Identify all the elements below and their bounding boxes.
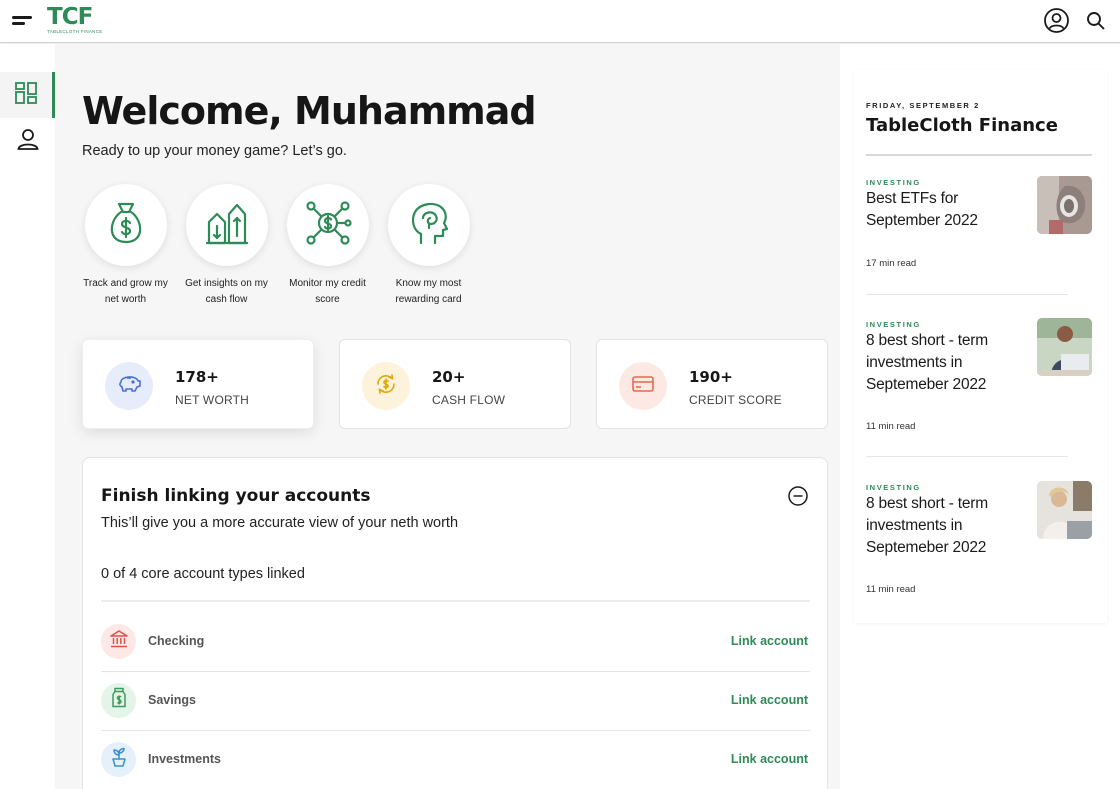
account-icon[interactable]: [1043, 7, 1070, 39]
article-title: 8 best short - term investments in Septe…: [866, 332, 988, 393]
user-icon: [16, 127, 40, 156]
sidebar-item-profile[interactable]: [0, 118, 55, 164]
dashboard-icon: [14, 81, 38, 110]
link-accounts-title: Finish linking your accounts: [101, 486, 371, 506]
feature-icon-circle: [387, 184, 470, 266]
credit-card-icon: [631, 374, 655, 399]
feature-label: Get insights on my cash flow: [185, 278, 268, 305]
stat-value: 190+: [689, 368, 733, 386]
welcome-subtitle: Ready to up your money game? Let’s go.: [82, 143, 347, 159]
feature-icon-circle: [185, 184, 268, 266]
divider: [101, 600, 810, 602]
article-category: INVESTING: [866, 178, 921, 187]
account-row-investments: Investments Link account: [101, 731, 810, 789]
link-account-button[interactable]: Link account: [731, 752, 808, 766]
account-name: Savings: [148, 693, 196, 707]
feature-label: Track and grow my net worth: [83, 278, 168, 305]
link-progress-text: 0 of 4 core account types linked: [101, 566, 305, 582]
link-accounts-subtitle: This’ll give you a more accurate view of…: [101, 515, 459, 531]
stat-card-cash-flow[interactable]: 20+ CASH FLOW: [339, 339, 571, 429]
article-read-time: 17 min read: [866, 258, 917, 269]
article-thumbnail: [1037, 176, 1092, 234]
feature-label: Monitor my credit score: [289, 278, 366, 305]
sidebar-item-dashboard[interactable]: [0, 72, 55, 118]
article-card[interactable]: INVESTING Best ETFs for September 2022 1…: [866, 176, 1092, 295]
article-read-time: 11 min read: [866, 421, 916, 432]
stat-label: CASH FLOW: [432, 393, 506, 407]
top-bar: TCF TABLECLOTH FINANCE: [0, 0, 1120, 43]
article-read-time: 11 min read: [866, 584, 916, 595]
plant-growth-icon: [109, 747, 129, 772]
buildings-growth-icon: [205, 200, 249, 251]
top-icons: [1043, 7, 1106, 39]
feature-label: Know my most rewarding card: [395, 278, 462, 305]
stat-card-net-worth[interactable]: 178+ NET WORTH: [82, 339, 314, 429]
menu-icon[interactable]: [12, 14, 34, 28]
account-icon-circle: [101, 624, 136, 659]
feature-credit-score[interactable]: Monitor my credit score: [277, 184, 378, 308]
article-card[interactable]: INVESTING 8 best short - term investment…: [866, 481, 1092, 603]
money-jar-icon: [110, 687, 128, 714]
sidebar: [0, 44, 55, 789]
feature-icon-circle: [84, 184, 167, 266]
stat-card-credit-score[interactable]: 190+ CREDIT SCORE: [596, 339, 828, 429]
bank-icon: [109, 629, 129, 654]
stat-icon-circle: [105, 362, 153, 410]
article-category: INVESTING: [866, 320, 921, 329]
article-title: 8 best short - term investments in Septe…: [866, 495, 988, 556]
feature-icon-circle: [286, 184, 369, 266]
article-thumbnail: [1037, 481, 1092, 539]
account-row-checking: Checking Link account: [101, 613, 810, 672]
divider: [866, 154, 1092, 156]
welcome-heading: Welcome, Muhammad: [82, 89, 537, 133]
logo-mark: TCF: [47, 4, 93, 30]
account-name: Investments: [148, 752, 221, 766]
divider: [866, 456, 1068, 457]
minus-circle-icon: [787, 486, 809, 511]
stat-label: CREDIT SCORE: [689, 393, 782, 407]
collapse-button[interactable]: [787, 485, 809, 507]
article-category: INVESTING: [866, 483, 921, 492]
search-icon[interactable]: [1086, 11, 1106, 36]
head-brain-icon: [409, 200, 449, 251]
account-icon-circle: [101, 742, 136, 777]
feature-list: Track and grow my net worth Get insights…: [75, 184, 479, 308]
divider: [866, 294, 1068, 295]
account-row-savings: Savings Link account: [101, 672, 810, 731]
logo-subtext: TABLECLOTH FINANCE: [47, 29, 103, 34]
link-accounts-card: Finish linking your accounts This’ll giv…: [82, 457, 828, 789]
piggy-bank-icon: [116, 373, 142, 400]
logo[interactable]: TCF TABLECLOTH FINANCE: [47, 4, 103, 34]
account-icon-circle: [101, 683, 136, 718]
stat-label: NET WORTH: [175, 393, 250, 407]
news-title: TableCloth Finance: [866, 115, 1058, 136]
link-account-button[interactable]: Link account: [731, 693, 808, 707]
stat-icon-circle: [362, 362, 410, 410]
link-account-button[interactable]: Link account: [731, 634, 808, 648]
stat-value: 20+: [432, 368, 466, 386]
feature-cash-flow[interactable]: Get insights on my cash flow: [176, 184, 277, 308]
main-content: Welcome, Muhammad Ready to up your money…: [55, 44, 840, 789]
article-title: Best ETFs for September 2022: [866, 190, 978, 229]
feature-rewarding-card[interactable]: Know my most rewarding card: [378, 184, 479, 308]
news-date: FRIDAY, SEPTEMBER 2: [866, 101, 980, 110]
news-panel: FRIDAY, SEPTEMBER 2 TableCloth Finance I…: [854, 70, 1107, 623]
article-card[interactable]: INVESTING 8 best short - term investment…: [866, 318, 1092, 457]
feature-net-worth[interactable]: Track and grow my net worth: [75, 184, 176, 308]
stat-value: 178+: [175, 368, 219, 386]
coin-cycle-icon: [374, 372, 398, 401]
stat-icon-circle: [619, 362, 667, 410]
account-name: Checking: [148, 634, 205, 648]
article-thumbnail: [1037, 318, 1092, 376]
money-bag-icon: [105, 200, 147, 251]
coin-network-icon: [304, 199, 352, 252]
